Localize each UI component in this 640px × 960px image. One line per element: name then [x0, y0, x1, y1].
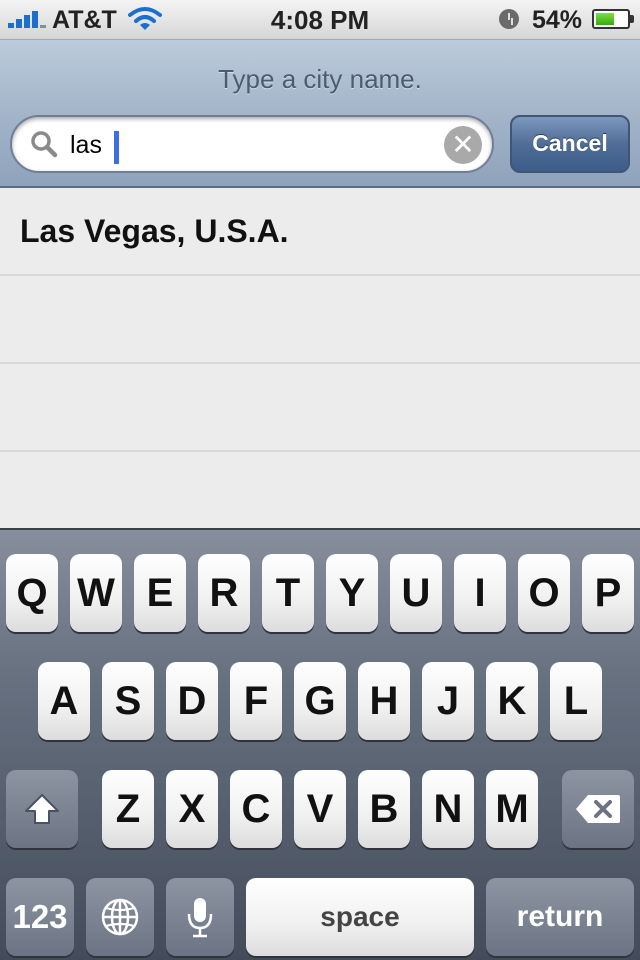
search-prompt: Type a city name.	[218, 64, 422, 94]
search-header: Type a city name. ✕ Cancel	[0, 40, 640, 188]
numbers-key[interactable]: 123	[6, 878, 74, 956]
key-o[interactable]: O	[518, 554, 570, 632]
delete-key[interactable]	[562, 770, 634, 848]
microphone-key[interactable]	[166, 878, 234, 956]
key-d[interactable]: D	[166, 662, 218, 740]
key-g[interactable]: G	[294, 662, 346, 740]
keyboard: Q W E R T Y U I O P A S D F G H J K L Z …	[0, 528, 640, 960]
key-s[interactable]: S	[102, 662, 154, 740]
battery-icon	[592, 9, 634, 29]
key-i[interactable]: I	[454, 554, 506, 632]
key-r[interactable]: R	[198, 554, 250, 632]
shift-key[interactable]	[6, 770, 78, 848]
key-w[interactable]: W	[70, 554, 122, 632]
key-a[interactable]: A	[38, 662, 90, 740]
list-item	[0, 276, 640, 364]
key-x[interactable]: X	[166, 770, 218, 848]
search-box[interactable]: ✕	[10, 115, 494, 173]
list-item[interactable]: Las Vegas, U.S.A.	[0, 188, 640, 276]
key-t[interactable]: T	[262, 554, 314, 632]
key-v[interactable]: V	[294, 770, 346, 848]
search-input[interactable]	[70, 127, 440, 163]
list-item	[0, 452, 640, 540]
microphone-icon	[187, 898, 213, 938]
globe-key[interactable]	[86, 878, 154, 956]
key-l[interactable]: L	[550, 662, 602, 740]
key-k[interactable]: K	[486, 662, 538, 740]
return-key[interactable]: return	[486, 878, 634, 956]
key-n[interactable]: N	[422, 770, 474, 848]
search-icon	[31, 131, 58, 158]
backspace-icon	[576, 795, 620, 823]
key-u[interactable]: U	[390, 554, 442, 632]
text-caret	[114, 131, 119, 164]
key-p[interactable]: P	[582, 554, 634, 632]
key-c[interactable]: C	[230, 770, 282, 848]
globe-icon	[101, 898, 139, 936]
results-list: Las Vegas, U.S.A.	[0, 188, 640, 530]
key-e[interactable]: E	[134, 554, 186, 632]
alarm-clock-icon	[499, 9, 519, 29]
space-key[interactable]: space	[246, 878, 474, 956]
key-z[interactable]: Z	[102, 770, 154, 848]
key-y[interactable]: Y	[326, 554, 378, 632]
clear-icon[interactable]: ✕	[444, 126, 482, 164]
key-q[interactable]: Q	[6, 554, 58, 632]
status-bar: AT&T 4:08 PM 54%	[0, 0, 640, 40]
battery-percent: 54%	[532, 6, 583, 34]
key-b[interactable]: B	[358, 770, 410, 848]
list-item-label: Las Vegas, U.S.A.	[20, 213, 289, 249]
key-j[interactable]: J	[422, 662, 474, 740]
shift-icon	[25, 794, 59, 824]
key-m[interactable]: M	[486, 770, 538, 848]
key-h[interactable]: H	[358, 662, 410, 740]
list-item	[0, 364, 640, 452]
key-f[interactable]: F	[230, 662, 282, 740]
cancel-button[interactable]: Cancel	[510, 115, 630, 173]
